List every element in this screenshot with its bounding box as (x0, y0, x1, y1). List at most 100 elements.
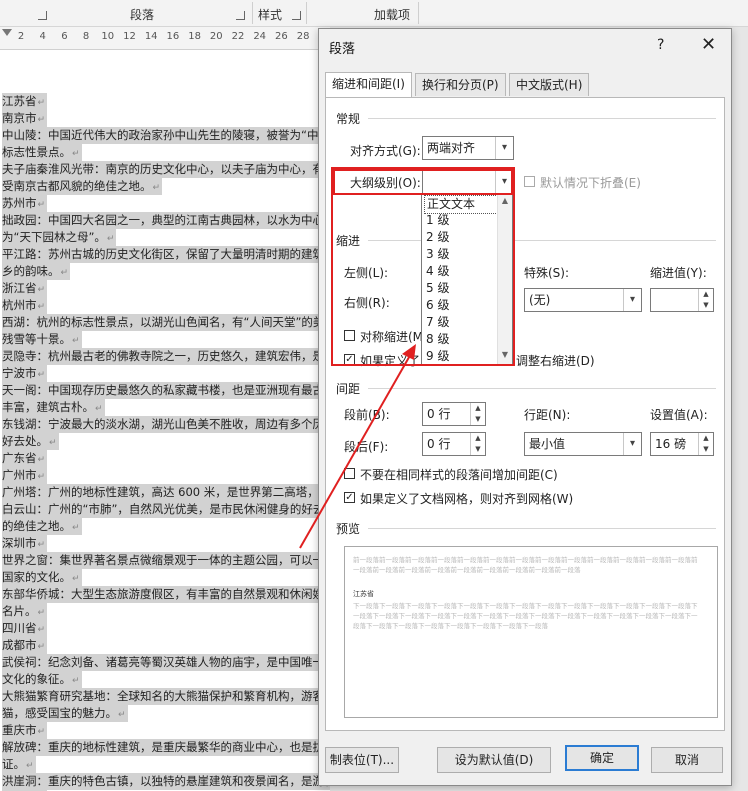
document-line[interactable]: 南京市↵ (2, 110, 48, 127)
document-line[interactable]: 解放碑：重庆的地标性建筑，是重庆最繁华的商业中心，也是抗战胜↵ (2, 739, 330, 756)
document-line[interactable]: 天一阁：中国现存历史最悠久的私家藏书楼，也是亚洲现有最古老的↵ (2, 382, 330, 399)
alignment-select[interactable]: 两端对齐 ▾ (422, 136, 514, 160)
tab-asian-typography[interactable]: 中文版式(H) (509, 73, 590, 96)
outline-level-dropdown[interactable]: 正文文本 1 级2 级3 级4 级5 级6 级7 级8 级9 级 ▲ ▼ (421, 193, 513, 365)
mirror-indents-label: 对称缩进(M) (360, 330, 428, 344)
document-line[interactable]: 白云山：广州的“市肺”，自然风光优美，是市民休闲健身的好去处，↵ (2, 501, 330, 518)
tab-indents-spacing[interactable]: 缩进和间距(I) (325, 72, 412, 97)
spacing-at-input[interactable]: 16 磅 ▲ ▼ (650, 432, 714, 456)
document-line[interactable]: 文化的象征。↵ (2, 671, 82, 688)
ruler-tick-label: 16 (166, 31, 180, 42)
document-line[interactable]: 东钱湖：宁波最大的淡水湖，湖光山色美不胜收，周边有多个历史文↵ (2, 416, 330, 433)
outline-level-option[interactable]: 5 级 (424, 280, 498, 297)
dialog-launcher[interactable] (38, 11, 47, 20)
indent-marker[interactable] (2, 29, 12, 36)
collapse-checkbox[interactable] (524, 176, 535, 187)
document-line[interactable]: 中山陵：中国近代伟大的政治家孙中山先生的陵寝，被誉为“中国近↵ (2, 127, 330, 144)
document-line[interactable]: 四川省↵ (2, 620, 48, 637)
ok-button[interactable]: 确定 (565, 745, 639, 771)
document-line-text: 夫子庙秦淮风光带：南京的历史文化中心，以夫子庙为中心，有众多 (2, 162, 330, 176)
indent-by-input[interactable]: ▲ ▼ (650, 288, 714, 312)
document-line[interactable]: 名片。↵ (2, 603, 48, 620)
help-icon[interactable]: ? (657, 37, 664, 53)
spin-arrows-icon[interactable]: ▲ ▼ (698, 433, 713, 455)
document-line[interactable]: 成都市↵ (2, 637, 48, 654)
document-line[interactable]: 灵隐寺：杭州最古老的佛教寺院之一，历史悠久，建筑宏伟，是感受↵ (2, 348, 330, 365)
document-line[interactable]: 广州塔：广州的地标性建筑，高达 600 米，是世界第二高塔，游客可↵ (2, 484, 330, 501)
auto-adjust-checkbox[interactable]: ✓ (344, 354, 355, 365)
document-line[interactable]: 证。↵ (2, 756, 36, 773)
document-line[interactable]: 国家的文化。↵ (2, 569, 82, 586)
cancel-button[interactable]: 取消 (651, 747, 723, 773)
document-line[interactable]: 好去处。↵ (2, 433, 59, 450)
document-line[interactable]: 夫子庙秦淮风光带：南京的历史文化中心，以夫子庙为中心，有众多↵ (2, 161, 330, 178)
spin-arrows-icon[interactable]: ▲ ▼ (470, 433, 485, 455)
document-line[interactable]: 重庆市↵ (2, 722, 48, 739)
document-line[interactable]: 猫，感受国宝的魅力。↵ (2, 705, 128, 722)
dropdown-scrollbar[interactable]: ▲ ▼ (497, 194, 512, 364)
outline-level-label: 大纲级别(O): (350, 176, 421, 190)
auto-adjust-label-start: 如果定义了 (360, 354, 421, 368)
document-line[interactable]: 洪崖洞：重庆的特色古镇，以独特的悬崖建筑和夜景闻名，是游客体↵ (2, 773, 330, 790)
outline-level-option[interactable]: 2 级 (424, 229, 498, 246)
document-line[interactable]: 的绝佳之地。↵ (2, 518, 82, 535)
document-line[interactable]: 标志性景点。↵ (2, 144, 82, 161)
outline-level-option[interactable]: 7 级 (424, 314, 498, 331)
document-line[interactable]: 拙政园：中国四大名园之一，典型的江南古典园林，以水为中心，有↵ (2, 212, 330, 229)
document-line[interactable]: 大熊猫繁育研究基地：全球知名的大熊猫保护和繁育机构，游客可以↵ (2, 688, 330, 705)
snap-grid-checkbox[interactable]: ✓ (344, 492, 355, 503)
outline-level-option[interactable]: 1 级 (424, 212, 498, 229)
document-line[interactable]: 浙江省↵ (2, 280, 48, 297)
horizontal-ruler[interactable]: 2 4 6 8 10 12 14 16 18 20 22 24 26 28 (0, 27, 330, 50)
document-line[interactable]: 苏州市↵ (2, 195, 48, 212)
document-line[interactable]: 受南京古都风貌的绝佳之地。↵ (2, 178, 163, 195)
scroll-down-icon[interactable]: ▼ (498, 350, 512, 359)
styles-dialog-launcher[interactable] (292, 11, 301, 20)
close-icon[interactable]: ✕ (701, 34, 716, 55)
outline-level-option[interactable]: 6 级 (424, 297, 498, 314)
document-line-text: 苏州市 (2, 196, 37, 210)
outline-level-option[interactable]: 4 级 (424, 263, 498, 280)
document-line[interactable]: 西湖：杭州的标志性景点，以湖光山色闻名，有“人间天堂”的美誉，↵ (2, 314, 330, 331)
spin-arrows-icon[interactable]: ▲ ▼ (698, 289, 713, 311)
paragraph-mark-icon: ↵ (37, 455, 46, 465)
outline-level-option[interactable]: 3 级 (424, 246, 498, 263)
document-line-text: 浙江省 (2, 281, 37, 295)
set-default-button[interactable]: 设为默认值(D) (437, 747, 551, 773)
document-line[interactable]: 武侯祠：纪念刘备、诸葛亮等蜀汉英雄人物的庙宇，是中国唯一的君↵ (2, 654, 330, 671)
scroll-up-icon[interactable]: ▲ (498, 196, 512, 205)
document-line[interactable]: 乡的韵味。↵ (2, 263, 71, 280)
document-line-text: 的绝佳之地。 (2, 519, 71, 533)
line-spacing-select[interactable]: 最小值 ▾ (524, 432, 642, 456)
tab-line-page-breaks[interactable]: 换行和分页(P) (415, 73, 506, 96)
document-line[interactable]: 东部华侨城：大型生态旅游度假区，有丰富的自然景观和休闲娱乐设↵ (2, 586, 330, 603)
mirror-indents-checkbox[interactable] (344, 330, 355, 341)
outline-level-select[interactable]: ▾ (422, 170, 514, 194)
special-indent-select[interactable]: (无) ▾ (524, 288, 642, 312)
document-line[interactable]: 江苏省↵ (2, 93, 48, 110)
document-page[interactable]: 江苏省↵南京市↵中山陵：中国近代伟大的政治家孙中山先生的陵寝，被誉为“中国近↵标… (0, 50, 330, 791)
document-line-text: 拙政园：中国四大名园之一，典型的江南古典园林，以水为中心，有 (2, 213, 330, 227)
document-line[interactable]: 平江路：苏州古城的历史文化街区，保留了大量明清时期的建筑，是↵ (2, 246, 330, 263)
document-line-text: 四川省 (2, 621, 37, 635)
space-after-input[interactable]: 0 行 ▲ ▼ (422, 432, 486, 456)
document-line[interactable]: 深圳市↵ (2, 535, 48, 552)
tabs-button[interactable]: 制表位(T)... (325, 747, 399, 773)
document-line[interactable]: 广东省↵ (2, 450, 48, 467)
document-line[interactable]: 世界之窗：集世界著名景点微缩景观于一体的主题公园，可以一天之↵ (2, 552, 330, 569)
no-space-checkbox[interactable] (344, 468, 355, 479)
paragraph-dialog-launcher[interactable] (236, 11, 245, 20)
spin-arrows-icon[interactable]: ▲ ▼ (470, 403, 485, 425)
document-line[interactable]: 宁波市↵ (2, 365, 48, 382)
paragraph-mark-icon: ↵ (72, 523, 80, 533)
document-line[interactable]: 残雪等十景。↵ (2, 331, 82, 348)
outline-level-option[interactable]: 9 级 (424, 348, 498, 365)
document-line[interactable]: 丰富，建筑古朴。↵ (2, 399, 105, 416)
document-line[interactable]: 杭州市↵ (2, 297, 48, 314)
document-line[interactable]: 为“天下园林之母”。↵ (2, 229, 117, 246)
outline-level-option[interactable]: 8 级 (424, 331, 498, 348)
document-line[interactable]: 广州市↵ (2, 467, 48, 484)
document-line-text: 灵隐寺：杭州最古老的佛教寺院之一，历史悠久，建筑宏伟，是感受 (2, 349, 330, 363)
document-line-text: 成都市 (2, 638, 37, 652)
space-before-input[interactable]: 0 行 ▲ ▼ (422, 402, 486, 426)
